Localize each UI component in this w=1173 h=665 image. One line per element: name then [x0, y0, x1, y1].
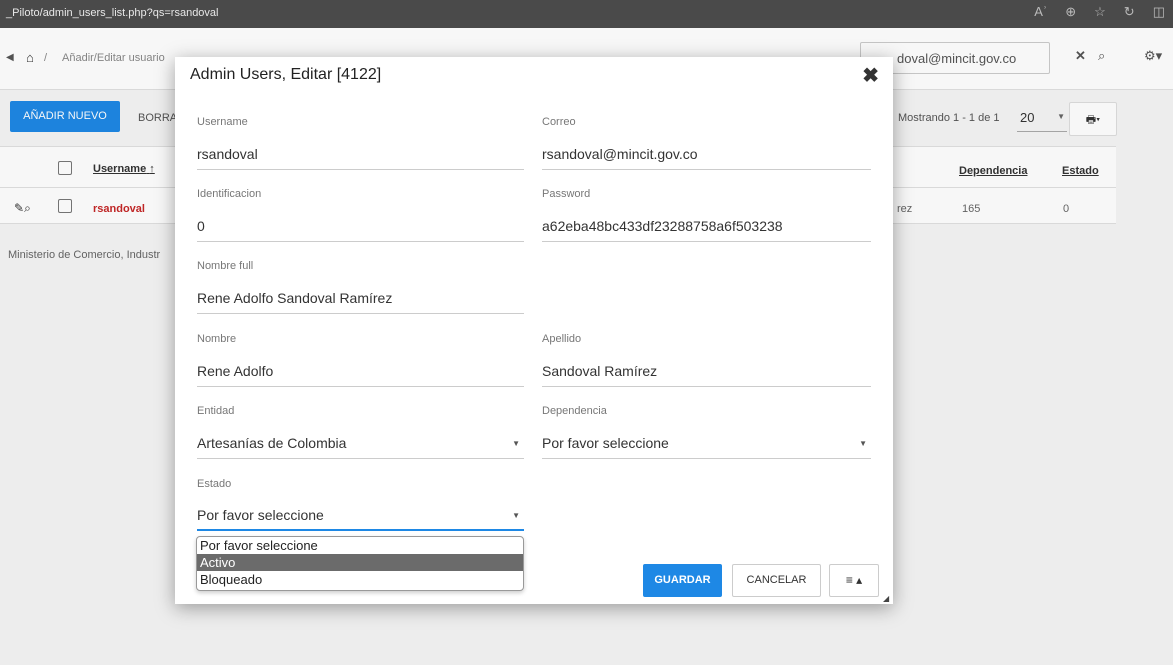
chevron-down-icon: ▼ — [512, 439, 520, 448]
nombre-label: Nombre — [197, 333, 237, 345]
zoom-icon[interactable]: ⊕ — [1065, 4, 1076, 20]
estado-dropdown-list: Por favor seleccione Activo Bloqueado — [196, 536, 524, 591]
estado-label: Estado — [197, 478, 232, 490]
read-aloud-icon[interactable]: Aʾ — [1034, 4, 1047, 20]
apellido-value: Sandoval Ramírez — [542, 363, 658, 379]
dependencia-value: Por favor seleccione — [542, 435, 669, 451]
close-icon[interactable]: ✖ — [862, 63, 879, 88]
username-value: rsandoval — [197, 146, 258, 162]
url-text[interactable]: _Piloto/admin_users_list.php?qs=rsandova… — [6, 7, 219, 19]
correo-label: Correo — [542, 116, 576, 128]
password-label: Password — [542, 188, 591, 200]
nombre-full-field[interactable]: Rene Adolfo Sandoval Ramírez — [197, 284, 524, 314]
nombre-field[interactable]: Rene Adolfo — [197, 357, 524, 387]
dependencia-label: Dependencia — [542, 405, 607, 417]
correo-value: rsandoval@mincit.gov.co — [542, 146, 698, 162]
identificacion-field[interactable]: 0 — [197, 212, 524, 242]
estado-value: Por favor seleccione — [197, 507, 324, 523]
password-value: a62eba48bc433df23288758a6f503238 — [542, 218, 783, 234]
more-actions-button[interactable]: ≡ ▴ — [829, 564, 879, 597]
username-field[interactable]: rsandoval — [197, 140, 524, 170]
nombre-full-label: Nombre full — [197, 260, 254, 272]
refresh-icon[interactable]: ↻ — [1124, 4, 1135, 20]
correo-field[interactable]: rsandoval@mincit.gov.co — [542, 140, 871, 170]
nombre-full-value: Rene Adolfo Sandoval Ramírez — [197, 290, 393, 306]
browser-address-bar: _Piloto/admin_users_list.php?qs=rsandova… — [0, 0, 1173, 28]
browser-actions: Aʾ ⊕ ☆ ↻ ◫ — [1034, 4, 1165, 20]
chevron-down-icon: ▼ — [512, 511, 520, 520]
identificacion-value: 0 — [197, 218, 205, 234]
estado-select[interactable]: Por favor seleccione ▼ — [197, 501, 524, 531]
password-field[interactable]: a62eba48bc433df23288758a6f503238 — [542, 212, 871, 242]
apellido-field[interactable]: Sandoval Ramírez — [542, 357, 871, 387]
chevron-down-icon: ▼ — [859, 439, 867, 448]
identificacion-label: Identificacion — [197, 188, 262, 200]
resize-grip-icon[interactable]: ◢ — [883, 594, 889, 603]
apellido-label: Apellido — [542, 333, 582, 345]
username-label: Username — [197, 116, 248, 128]
estado-option[interactable]: Bloqueado — [197, 571, 523, 588]
entidad-select[interactable]: Artesanías de Colombia ▼ — [197, 429, 524, 459]
entidad-label: Entidad — [197, 405, 235, 417]
dialog-title: Admin Users, Editar [4122] — [190, 66, 382, 83]
entidad-value: Artesanías de Colombia — [197, 435, 347, 451]
estado-option[interactable]: Activo — [197, 554, 523, 571]
nombre-value: Rene Adolfo — [197, 363, 274, 379]
cancel-button[interactable]: CANCELAR — [732, 564, 821, 597]
favorite-star-icon[interactable]: ☆ — [1094, 4, 1106, 20]
estado-option[interactable]: Por favor seleccione — [197, 537, 523, 554]
split-screen-icon[interactable]: ◫ — [1153, 4, 1165, 20]
edit-user-dialog: Admin Users, Editar [4122] ✖ Username rs… — [175, 57, 893, 604]
dependencia-select[interactable]: Por favor seleccione ▼ — [542, 429, 871, 459]
save-button[interactable]: GUARDAR — [643, 564, 722, 597]
